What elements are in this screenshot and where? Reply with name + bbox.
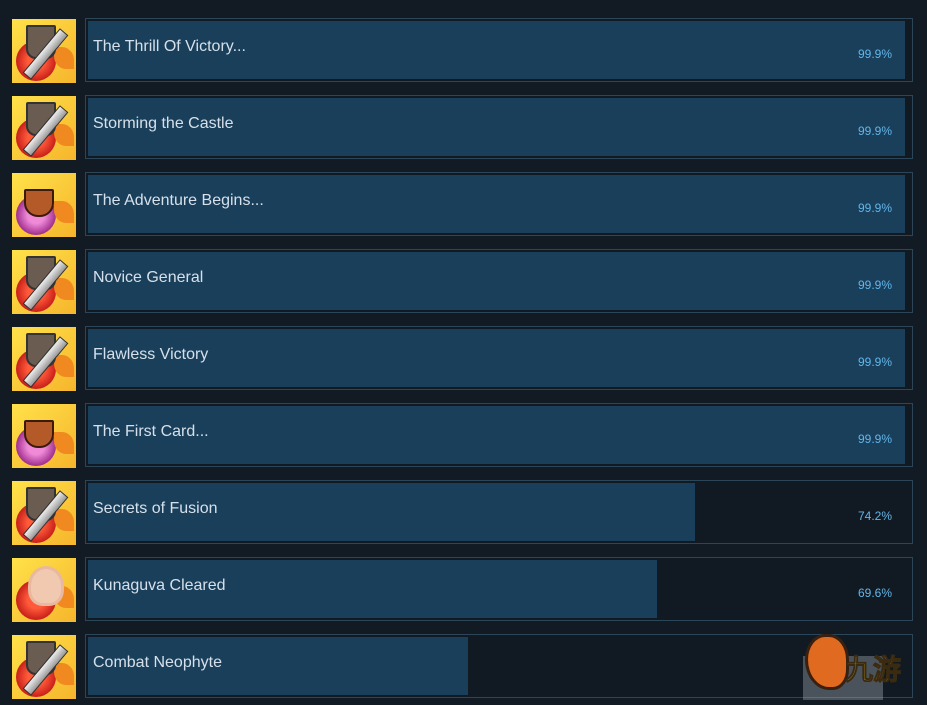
sword-icon (12, 250, 76, 314)
progress-bar: Kunaguva Cleared 69.6% (85, 557, 913, 621)
achievement-row[interactable]: The Thrill Of Victory... 99.9% (0, 18, 927, 84)
achievement-name: Flawless Victory (93, 346, 209, 363)
progress-bar: The Thrill Of Victory... 99.9% (85, 18, 913, 82)
progress-bar: Storming the Castle 99.9% (85, 95, 913, 159)
progress-bar: The Adventure Begins... 99.9% (85, 172, 913, 236)
achievement-percent: 99.9% (857, 278, 892, 292)
achievement-row[interactable]: Secrets of Fusion 74.2% (0, 480, 927, 546)
achievement-row[interactable]: Novice General 99.9% (0, 249, 927, 315)
achievement-row[interactable]: The First Card... 99.9% (0, 403, 927, 469)
achievement-percent: 99.9% (857, 47, 892, 61)
achievement-percent: 99.9% (857, 124, 892, 138)
sword-icon (12, 635, 76, 699)
achievement-name: Novice General (93, 269, 204, 286)
trophy-icon (12, 173, 76, 237)
achievement-name: The Adventure Begins... (93, 192, 264, 209)
achievement-name: Storming the Castle (93, 115, 234, 132)
achievement-name: Kunaguva Cleared (93, 577, 226, 594)
achievement-row[interactable]: Storming the Castle 99.9% (0, 95, 927, 161)
progress-fill (88, 406, 905, 464)
achievement-row[interactable]: Combat Neophyte (0, 634, 927, 700)
achievement-row[interactable]: The Adventure Begins... 99.9% (0, 172, 927, 238)
achievement-percent: 99.9% (857, 355, 892, 369)
progress-fill (88, 252, 905, 310)
sword-icon (12, 327, 76, 391)
achievement-row[interactable]: Flawless Victory 99.9% (0, 326, 927, 392)
achievement-row[interactable]: Kunaguva Cleared 69.6% (0, 557, 927, 623)
sword-icon (12, 96, 76, 160)
watermark-text: 九游 (844, 653, 902, 687)
watermark-logo: 九游 (795, 632, 925, 702)
progress-bar: Novice General 99.9% (85, 249, 913, 313)
achievement-percent: 69.6% (857, 586, 892, 600)
character-icon (12, 558, 76, 622)
progress-fill (88, 329, 905, 387)
sword-icon (12, 481, 76, 545)
achievement-percent: 99.9% (857, 432, 892, 446)
progress-bar: The First Card... 99.9% (85, 403, 913, 467)
achievement-percent: 99.9% (857, 201, 892, 215)
sword-icon (12, 19, 76, 83)
achievement-name: Combat Neophyte (93, 654, 222, 671)
achievement-name: Secrets of Fusion (93, 500, 218, 517)
achievement-name: The First Card... (93, 423, 209, 440)
trophy-icon (12, 404, 76, 468)
achievement-name: The Thrill Of Victory... (93, 38, 246, 55)
progress-bar: Flawless Victory 99.9% (85, 326, 913, 390)
progress-bar: Combat Neophyte (85, 634, 913, 698)
progress-bar: Secrets of Fusion 74.2% (85, 480, 913, 544)
achievement-percent: 74.2% (857, 509, 892, 523)
